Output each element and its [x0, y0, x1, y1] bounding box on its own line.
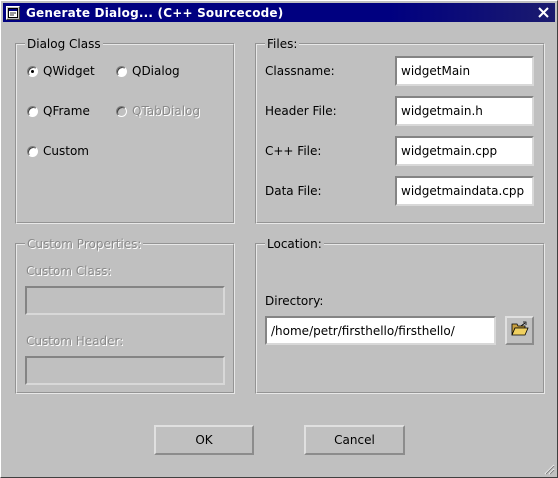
files-legend: Files: — [265, 37, 300, 51]
folder-open-icon — [510, 321, 529, 340]
location-legend: Location: — [265, 237, 324, 251]
radio-custom-indicator[interactable] — [27, 145, 38, 157]
title-bar[interactable]: Generate Dialog... (C++ Sourcecode) — [3, 3, 555, 22]
radio-qtabdialog-label: QTabDialog — [132, 104, 200, 118]
cpp-file-label: C++ File: — [265, 144, 322, 158]
radio-qframe[interactable]: QFrame — [27, 104, 90, 118]
dialog-window-icon[interactable] — [6, 5, 20, 20]
generate-dialog-window: Generate Dialog... (C++ Sourcecode) Dial… — [0, 0, 558, 478]
radio-qframe-indicator[interactable] — [27, 105, 38, 117]
directory-input[interactable]: /home/petr/firsthello/firsthello/ — [265, 316, 496, 345]
cancel-button[interactable]: Cancel — [304, 425, 405, 455]
radio-qframe-label: QFrame — [43, 104, 90, 118]
browse-directory-button[interactable] — [505, 316, 534, 345]
location-group: Location: Directory: /home/petr/firsthel… — [255, 237, 545, 394]
custom-properties-group: Custom Properties: Custom Class: Custom … — [15, 237, 235, 394]
radio-custom[interactable]: Custom — [27, 144, 89, 158]
radio-qwidget[interactable]: QWidget — [27, 64, 95, 78]
directory-label: Directory: — [265, 294, 324, 308]
data-file-input[interactable]: widgetmaindata.cpp — [395, 176, 534, 206]
radio-qwidget-indicator[interactable] — [27, 65, 38, 77]
radio-qwidget-label: QWidget — [43, 64, 95, 78]
custom-properties-legend: Custom Properties: — [25, 237, 144, 251]
radio-qdialog-indicator[interactable] — [116, 65, 127, 77]
classname-label: Classname: — [265, 64, 335, 78]
custom-header-input — [25, 356, 225, 385]
radio-qtabdialog-indicator — [116, 105, 127, 117]
files-group: Files: Classname: widgetMain Header File… — [255, 37, 545, 224]
radio-qtabdialog: QTabDialog — [116, 104, 200, 118]
cpp-file-input[interactable]: widgetmain.cpp — [395, 136, 534, 166]
resize-grip-icon[interactable] — [543, 463, 555, 475]
radio-qdialog-label: QDialog — [132, 64, 180, 78]
close-icon[interactable] — [535, 4, 552, 20]
dialog-class-legend: Dialog Class — [25, 37, 103, 51]
radio-qdialog[interactable]: QDialog — [116, 64, 180, 78]
radio-custom-label: Custom — [43, 144, 89, 158]
ok-button[interactable]: OK — [154, 425, 254, 455]
custom-header-label: Custom Header: — [26, 334, 124, 348]
header-file-label: Header File: — [265, 104, 337, 118]
window-title: Generate Dialog... (C++ Sourcecode) — [26, 5, 284, 20]
classname-input[interactable]: widgetMain — [395, 56, 534, 86]
custom-class-label: Custom Class: — [26, 264, 112, 278]
header-file-input[interactable]: widgetmain.h — [395, 96, 534, 126]
data-file-label: Data File: — [265, 184, 322, 198]
dialog-class-group: Dialog Class QWidget QDialog QFrame QTab… — [15, 37, 235, 224]
custom-class-input — [25, 286, 225, 315]
